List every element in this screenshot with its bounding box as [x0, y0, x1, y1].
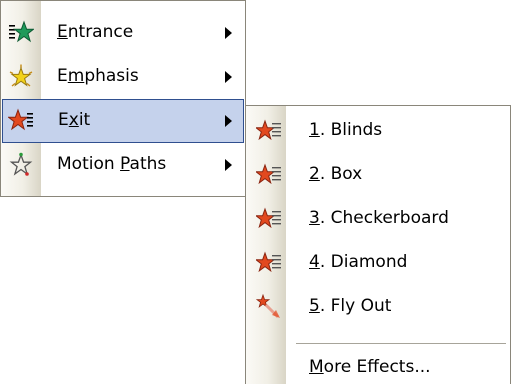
menu-item-entrance[interactable]: Entrance — [2, 11, 244, 55]
submenu-item-blinds[interactable]: 1. Blinds — [247, 109, 509, 153]
submenu-item-fly-out[interactable]: 5. Fly Out — [247, 285, 509, 329]
menu-item-label: 3. Checkerboard — [309, 208, 449, 228]
blinds-effect-icon — [254, 118, 282, 144]
submenu-item-checkerboard[interactable]: 3. Checkerboard — [247, 197, 509, 241]
menu-item-motion-paths[interactable]: Motion Paths — [2, 143, 244, 187]
submenu-item-box[interactable]: 2. Box — [247, 153, 509, 197]
checkerboard-effect-icon — [254, 206, 282, 232]
entrance-star-icon — [8, 20, 35, 46]
custom-animation-add-effect-menu: Entrance Emphasis Exit Motion Paths — [0, 0, 246, 197]
menu-item-label: Exit — [58, 110, 91, 130]
box-effect-icon — [254, 162, 282, 188]
menu-item-label: Motion Paths — [57, 154, 167, 174]
menu-item-label: 5. Fly Out — [309, 296, 392, 316]
submenu-arrow-icon — [225, 159, 232, 171]
menu-item-label: Entrance — [57, 22, 134, 42]
submenu-arrow-icon — [225, 115, 232, 127]
menu-item-label: 4. Diamond — [309, 252, 408, 272]
motion-paths-star-icon — [8, 152, 34, 178]
diamond-effect-icon — [254, 250, 282, 276]
menu-separator — [296, 343, 506, 344]
menu-item-label: 2. Box — [309, 164, 363, 184]
submenu-arrow-icon — [225, 27, 232, 39]
submenu-arrow-icon — [225, 71, 232, 83]
menu-item-label: Emphasis — [57, 66, 139, 86]
emphasis-star-icon — [8, 64, 34, 90]
submenu-item-more-effects[interactable]: More Effects... — [247, 346, 509, 390]
menu-item-label: 1. Blinds — [309, 120, 383, 140]
submenu-item-diamond[interactable]: 4. Diamond — [247, 241, 509, 285]
exit-star-icon — [7, 108, 34, 134]
fly-out-effect-icon — [255, 293, 282, 320]
exit-effects-submenu: 1. Blinds 2. Box 3. Checkerboard 4. Diam… — [245, 105, 511, 384]
menu-item-label: More Effects... — [309, 357, 431, 377]
menu-item-emphasis[interactable]: Emphasis — [2, 55, 244, 99]
menu-item-exit[interactable]: Exit — [2, 99, 244, 143]
